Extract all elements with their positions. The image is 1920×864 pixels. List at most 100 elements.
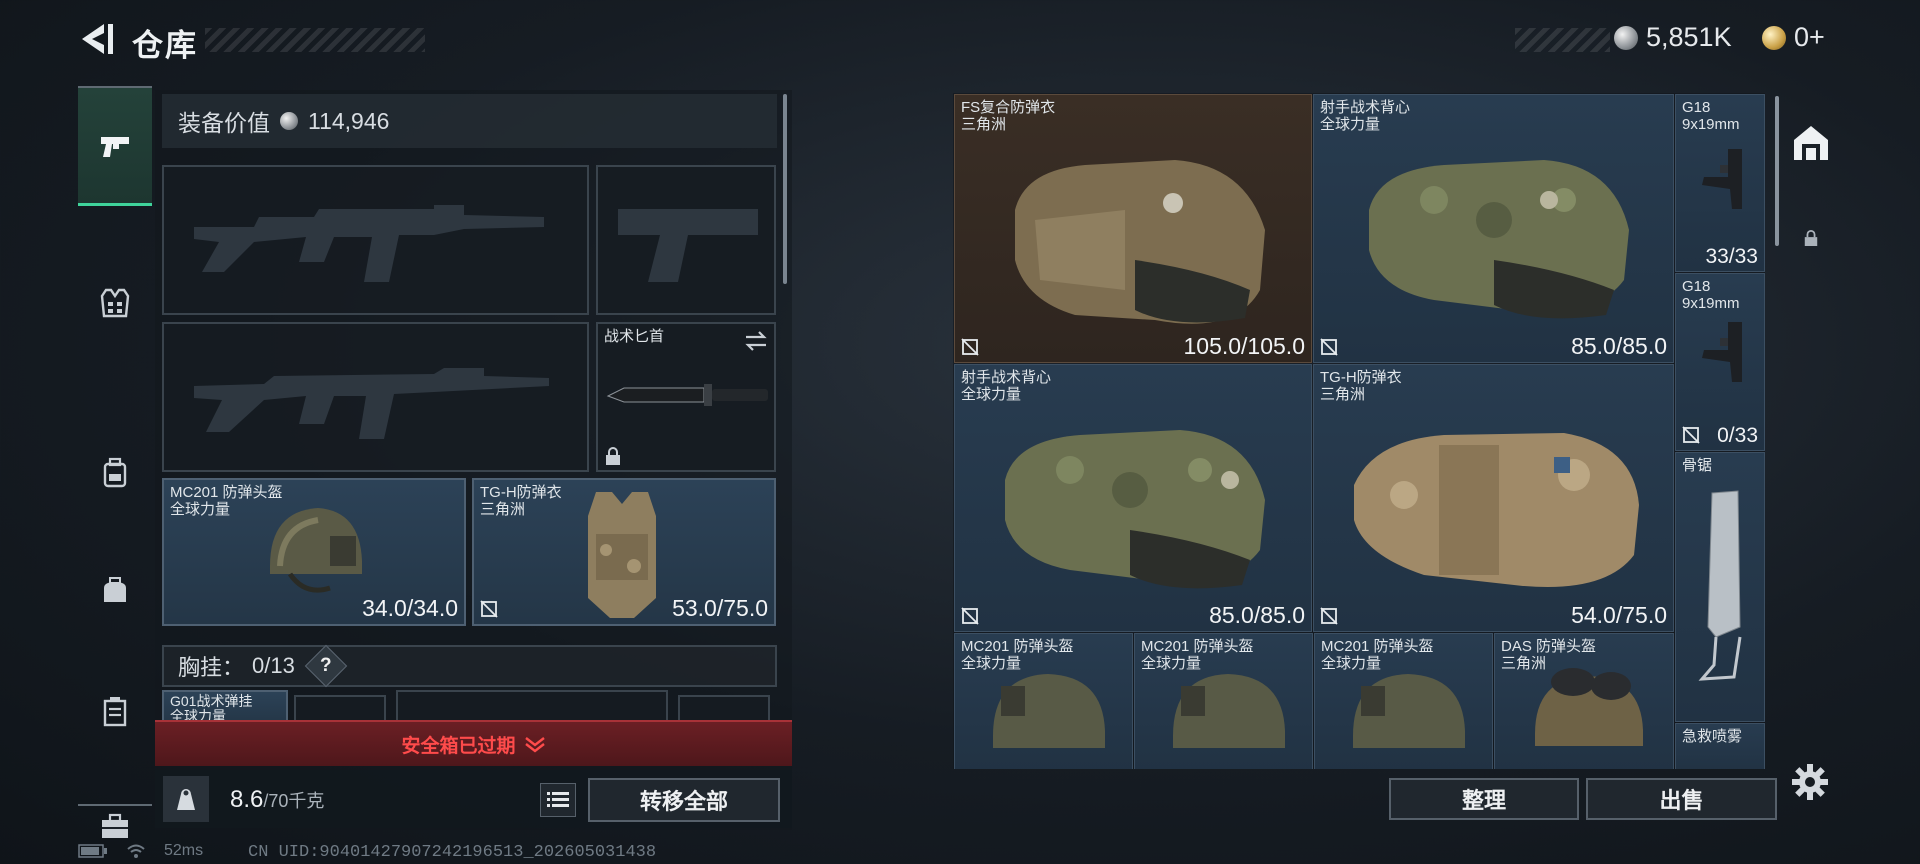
storage-item[interactable]: MC201 防弹头盔 全球力量	[1134, 633, 1313, 769]
rifle-silhouette-icon	[194, 205, 544, 282]
melee-name: 战术匕首	[604, 328, 665, 345]
sidearm-slot[interactable]	[596, 165, 776, 315]
melee-slot[interactable]: 战术匕首	[596, 322, 776, 472]
rail-bottom-line	[78, 804, 152, 806]
tactical-vest-icon	[1369, 160, 1629, 319]
list-icon	[547, 792, 569, 807]
item-ammo: 0/33	[1717, 424, 1758, 447]
no-repair-icon	[1320, 338, 1338, 356]
lock-icon	[1804, 230, 1817, 246]
tactical-vest-icon	[1005, 430, 1265, 589]
weight-icon	[163, 776, 209, 822]
gold-amount: 0+	[1794, 22, 1825, 52]
currency-stripes	[1515, 28, 1610, 52]
help-icon[interactable]: ?	[304, 644, 348, 688]
helmet-icon	[993, 674, 1105, 748]
list-view-button[interactable]	[540, 783, 576, 817]
settings-gear-icon[interactable]	[1790, 762, 1830, 802]
toolbox-icon	[102, 813, 128, 838]
item-durability: 105.0/105.0	[1183, 333, 1305, 359]
rail-item-weapons[interactable]	[78, 88, 152, 206]
storage-grid: FS复合防弹衣 三角洲 105.0/105.0 射手战术背心 全球力量 85.0/8…	[953, 93, 1765, 769]
safe-box-expired-banner[interactable]: 安全箱已过期	[155, 720, 792, 766]
storage-scrollbar[interactable]	[1775, 96, 1779, 246]
storage-item[interactable]: 急救喷雾	[1675, 723, 1765, 769]
body-armor-icon	[1015, 160, 1265, 324]
helmet-icon	[270, 508, 362, 593]
knife-icon	[606, 384, 768, 406]
tab-locked[interactable]	[1783, 193, 1838, 283]
storage-item[interactable]: 射手战术背心 全球力量 85.0/85.0	[1313, 94, 1674, 363]
storage-item[interactable]: G18 9x19mm 0/33	[1675, 273, 1765, 451]
rail-item-armor[interactable]	[78, 248, 152, 358]
storage-item[interactable]: FS复合防弹衣 三角洲 105.0/105.0	[954, 94, 1312, 363]
lock-icon	[606, 447, 620, 465]
title-stripes	[205, 28, 425, 52]
swap-icon[interactable]	[744, 330, 768, 352]
armor-name: TG-H防弹衣 三角洲	[480, 484, 562, 518]
loadout-scrollbar[interactable]	[783, 94, 787, 284]
armor-durability: 53.0/75.0	[672, 595, 768, 621]
bone-saw-icon	[1698, 490, 1742, 681]
vest-icon	[100, 288, 130, 318]
category-rail	[78, 86, 152, 838]
pistol-icon	[1702, 149, 1742, 209]
silver-coin-icon	[1614, 25, 1638, 50]
storage-item[interactable]: TG-H防弹衣 三角洲 54.0/75.0	[1313, 364, 1674, 632]
item-durability: 85.0/85.0	[1571, 333, 1667, 359]
warehouse-icon	[1793, 126, 1828, 160]
backpack-icon	[103, 457, 127, 488]
gold-currency[interactable]: 0+	[1762, 22, 1825, 53]
bag-icon	[104, 577, 126, 602]
case-icon	[103, 697, 127, 727]
storage-item[interactable]: G18 9x19mm 33/33	[1675, 94, 1765, 272]
tab-warehouse[interactable]	[1783, 93, 1838, 193]
pistol-icon	[1702, 322, 1742, 382]
back-arrow-icon[interactable]	[78, 20, 116, 58]
helmet-icon	[1535, 668, 1643, 746]
chest-rig-label: 胸挂：	[178, 655, 245, 680]
safe-box-expired-text: 安全箱已过期	[401, 735, 516, 757]
pistol-icon	[101, 136, 129, 157]
helmet-icon	[1353, 674, 1465, 748]
silver-amount: 5,851K	[1646, 22, 1732, 52]
chevron-down-icon	[524, 737, 545, 753]
helmet-slot[interactable]: MC201 防弹头盔 全球力量 34.0/34.0	[162, 478, 466, 626]
storage-item[interactable]: MC201 防弹头盔 全球力量	[954, 633, 1133, 769]
primary-weapon-slot[interactable]	[162, 165, 589, 315]
rail-item-case[interactable]	[78, 656, 152, 766]
storage-item[interactable]: 射手战术背心 全球力量 85.0/85.0	[954, 364, 1312, 632]
sort-button[interactable]: 整理	[1389, 778, 1579, 820]
battery-icon	[78, 844, 107, 858]
storage-item[interactable]: 骨锯	[1675, 452, 1765, 722]
user-uid: CN UID:904014279072421965​13_20260503143…	[248, 843, 657, 862]
rail-item-backpack[interactable]	[78, 418, 152, 528]
body-armor-icon	[1354, 433, 1639, 587]
storage-side-tabs	[1783, 93, 1838, 593]
sell-button[interactable]: 出售	[1586, 778, 1777, 820]
status-bar: 52ms	[78, 842, 203, 860]
item-ammo: 33/33	[1705, 245, 1758, 268]
item-durability: 85.0/85.0	[1209, 602, 1305, 628]
no-repair-icon	[480, 600, 498, 618]
secondary-weapon-slot[interactable]	[162, 322, 589, 472]
page-title: 仓库	[132, 28, 198, 63]
transfer-all-button[interactable]: 转移全部	[588, 778, 780, 822]
item-durability: 54.0/75.0	[1571, 602, 1667, 628]
equipment-value-bar: 装备价值 114,946	[162, 94, 777, 148]
storage-item[interactable]: MC201 防弹头盔 全球力量	[1314, 633, 1493, 769]
armor-vest-icon	[588, 492, 656, 618]
armor-slot[interactable]: TG-H防弹衣 三角洲 53.0/75.0	[472, 478, 776, 626]
rifle-silhouette-icon	[194, 368, 549, 439]
silver-currency[interactable]: 5,851K	[1614, 22, 1732, 53]
rail-item-bag[interactable]	[78, 536, 152, 646]
storage-item[interactable]: DAS 防弹头盔 三角洲	[1494, 633, 1674, 769]
gold-coin-icon	[1762, 25, 1786, 50]
equipment-value-label: 装备价值	[178, 110, 270, 136]
equipment-value: 114,946	[308, 107, 390, 134]
no-repair-icon	[1682, 426, 1700, 444]
ping-readout: 52ms	[164, 842, 204, 859]
no-repair-icon	[1320, 607, 1338, 625]
no-repair-icon	[961, 607, 979, 625]
helmet-durability: 34.0/34.0	[362, 595, 458, 621]
